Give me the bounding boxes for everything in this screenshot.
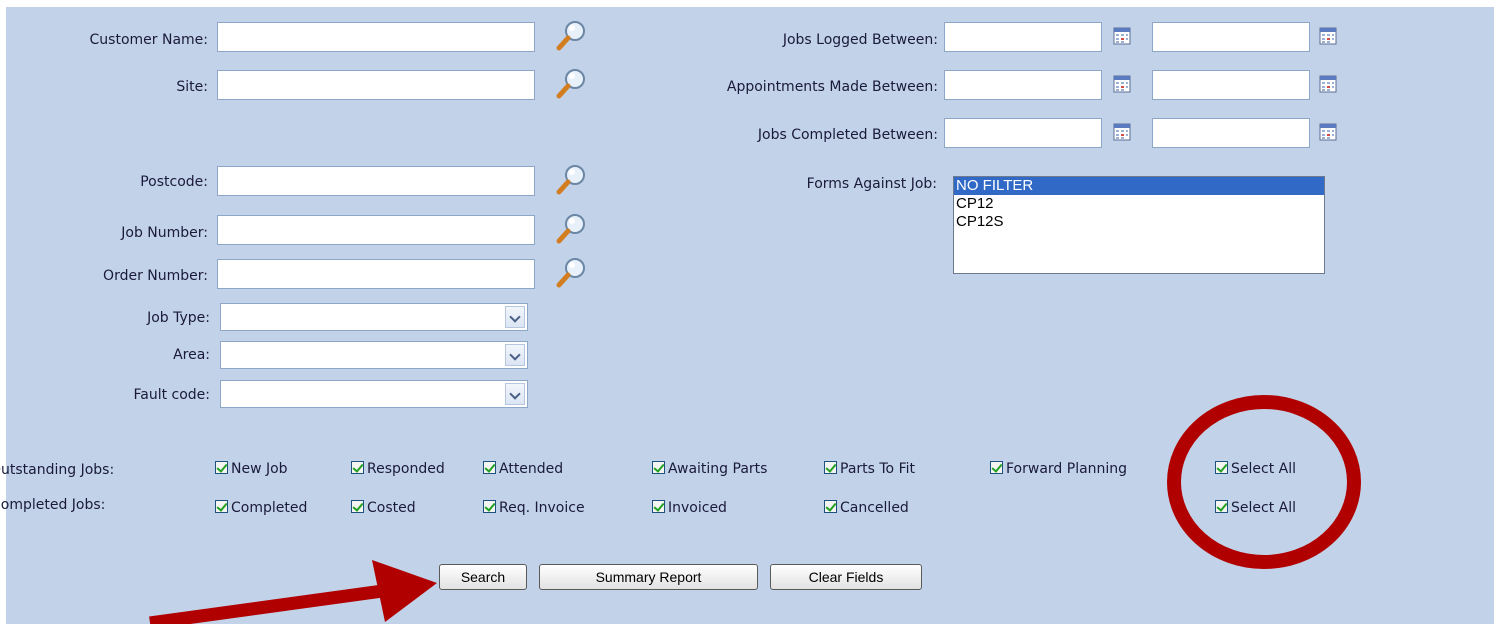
checkbox-label: Responded [367, 461, 445, 477]
site-lookup-icon[interactable] [554, 66, 588, 100]
forms-option-cp12[interactable]: CP12 [954, 195, 1324, 213]
checkbox-label: Invoiced [668, 500, 727, 516]
calendar-icon[interactable] [1319, 75, 1337, 93]
checkbox-label: Attended [499, 461, 564, 477]
checkbox-responded[interactable]: Responded [351, 460, 445, 478]
calendar-icon[interactable] [1319, 27, 1337, 45]
job-number-input[interactable] [217, 215, 535, 245]
checkbox-costed[interactable]: Costed [351, 499, 416, 517]
checkbox-label: Forward Planning [1006, 461, 1128, 477]
checkmark-icon[interactable] [215, 500, 228, 513]
checkmark-icon[interactable] [215, 461, 228, 474]
checkmark-icon[interactable] [652, 461, 665, 474]
order-number-input[interactable] [217, 259, 535, 289]
checkbox-completed-select-all[interactable]: Select All [1215, 499, 1296, 517]
top-border [0, 0, 1494, 7]
fault-code-label: Fault code: [133, 387, 210, 403]
clear-fields-button[interactable]: Clear Fields [770, 564, 922, 590]
checkmark-icon[interactable] [990, 461, 1003, 474]
chevron-down-icon[interactable] [505, 344, 525, 366]
appointments-to-input[interactable] [1152, 70, 1310, 100]
checkmark-icon[interactable] [483, 461, 496, 474]
checkbox-label: Completed [231, 500, 308, 516]
postcode-label: Postcode: [140, 174, 208, 190]
job-type-label: Job Type: [147, 310, 210, 326]
checkmark-icon[interactable] [824, 461, 837, 474]
calendar-icon[interactable] [1113, 123, 1131, 141]
checkbox-label: Select All [1231, 461, 1296, 477]
site-input[interactable] [217, 70, 535, 100]
customer-name-input[interactable] [217, 22, 535, 52]
checkbox-parts-to-fit[interactable]: Parts To Fit [824, 460, 915, 478]
forms-against-job-label: Forms Against Job: [806, 176, 937, 192]
jobs-logged-from-input[interactable] [944, 22, 1102, 52]
appointments-from-input[interactable] [944, 70, 1102, 100]
checkbox-forward-planning[interactable]: Forward Planning [990, 460, 1127, 478]
left-border [0, 0, 6, 624]
postcode-lookup-icon[interactable] [554, 162, 588, 196]
order-number-lookup-icon[interactable] [554, 255, 588, 289]
checkbox-label: Costed [367, 500, 416, 516]
checkmark-icon[interactable] [351, 500, 364, 513]
checkmark-icon[interactable] [1215, 500, 1228, 513]
job-number-lookup-icon[interactable] [554, 211, 588, 245]
checkbox-new-job[interactable]: New Job [215, 460, 288, 478]
checkbox-outstanding-select-all[interactable]: Select All [1215, 460, 1296, 478]
postcode-input[interactable] [217, 166, 535, 196]
jobs-completed-from-input[interactable] [944, 118, 1102, 148]
area-label: Area: [173, 347, 210, 363]
forms-option-cp12s[interactable]: CP12S [954, 213, 1324, 231]
checkbox-invoiced[interactable]: Invoiced [652, 499, 727, 517]
checkbox-label: Req. Invoice [499, 500, 585, 516]
customer-lookup-icon[interactable] [554, 18, 588, 52]
jobs-completed-to-input[interactable] [1152, 118, 1310, 148]
order-number-label: Order Number: [103, 268, 208, 284]
calendar-icon[interactable] [1319, 123, 1337, 141]
calendar-icon[interactable] [1113, 75, 1131, 93]
summary-report-button[interactable]: Summary Report [539, 564, 758, 590]
completed-jobs-label: Completed Jobs: [0, 497, 106, 513]
search-button[interactable]: Search [439, 564, 527, 590]
checkbox-awaiting-parts[interactable]: Awaiting Parts [652, 460, 767, 478]
jobs-completed-label: Jobs Completed Between: [757, 127, 938, 143]
forms-option-no-filter[interactable]: NO FILTER [954, 177, 1324, 195]
site-label: Site: [176, 79, 208, 95]
calendar-icon[interactable] [1113, 27, 1131, 45]
forms-listbox[interactable]: NO FILTER CP12 CP12S [953, 176, 1325, 274]
checkmark-icon[interactable] [1215, 461, 1228, 474]
jobs-logged-label: Jobs Logged Between: [782, 32, 938, 48]
checkbox-label: Select All [1231, 500, 1296, 516]
checkmark-icon[interactable] [652, 500, 665, 513]
checkbox-label: Parts To Fit [840, 461, 915, 477]
appointments-made-label: Appointments Made Between: [726, 79, 938, 95]
area-select[interactable] [220, 341, 528, 369]
checkmark-icon[interactable] [483, 500, 496, 513]
checkbox-attended[interactable]: Attended [483, 460, 563, 478]
jobs-logged-to-input[interactable] [1152, 22, 1310, 52]
chevron-down-icon[interactable] [505, 306, 525, 328]
checkbox-label: New Job [231, 461, 288, 477]
checkmark-icon[interactable] [824, 500, 837, 513]
job-type-select[interactable] [220, 303, 528, 331]
checkbox-completed[interactable]: Completed [215, 499, 307, 517]
checkbox-label: Cancelled [840, 500, 909, 516]
fault-code-select[interactable] [220, 380, 528, 408]
checkmark-icon[interactable] [351, 461, 364, 474]
customer-name-label: Customer Name: [89, 32, 208, 48]
outstanding-jobs-label: Outstanding Jobs: [0, 462, 115, 478]
checkbox-cancelled[interactable]: Cancelled [824, 499, 909, 517]
checkbox-label: Awaiting Parts [668, 461, 768, 477]
chevron-down-icon[interactable] [505, 383, 525, 405]
checkbox-req-invoice[interactable]: Req. Invoice [483, 499, 585, 517]
job-number-label: Job Number: [121, 225, 208, 241]
